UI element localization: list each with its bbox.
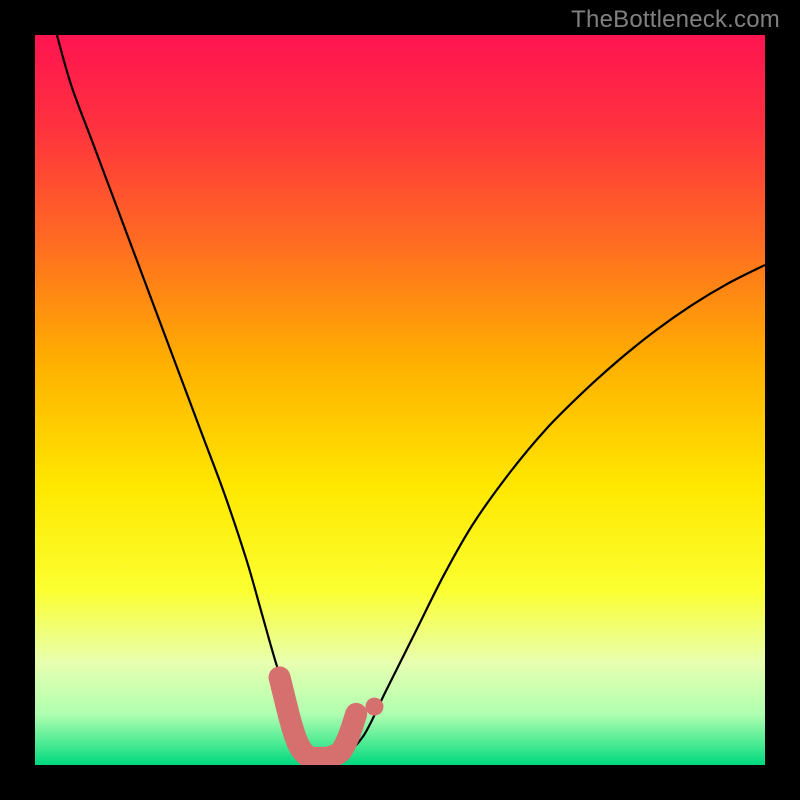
watermark-text: TheBottleneck.com <box>571 6 780 34</box>
chart-frame: TheBottleneck.com <box>0 0 800 800</box>
plot-area <box>35 35 765 765</box>
gradient-background <box>35 35 765 765</box>
plot-svg <box>35 35 765 765</box>
highlight-dot-icon <box>365 698 383 716</box>
